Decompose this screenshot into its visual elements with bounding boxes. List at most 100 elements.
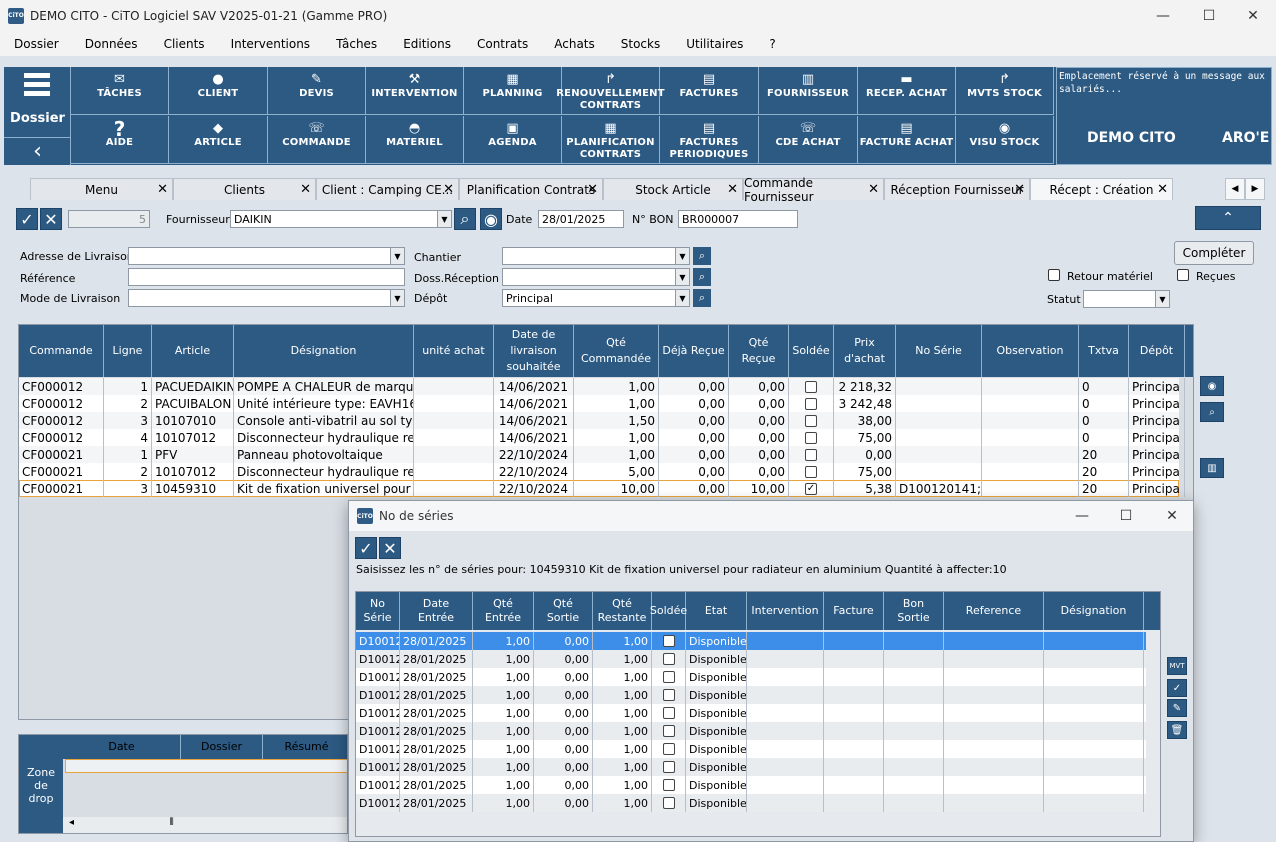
tab-5[interactable]: Commande Fournisseur ✕ [743,176,884,204]
grid-header-6[interactable]: Qté Commandée [574,325,659,377]
serial-header-0[interactable]: No Série [356,592,400,630]
menu-item-10[interactable]: ? [755,37,787,51]
serial-solde-checkbox[interactable] [662,707,675,719]
grid-header-14[interactable]: Dépôt [1129,325,1185,377]
dossier-button[interactable]: Dossier ‹ [4,67,71,165]
tab-close-icon[interactable]: ✕ [157,182,168,197]
statut-select[interactable]: ▼ [1083,290,1170,308]
validate-button[interactable]: ✓ [16,208,38,230]
completer-button[interactable]: Compléter [1174,241,1254,265]
grid-cell-4[interactable] [414,446,494,463]
toolbar-visu-stock-button[interactable]: ◉ VISU STOCK [956,116,1054,164]
serial-header-11[interactable]: Désignation [1044,592,1144,630]
tab-close-icon[interactable]: ✕ [1157,182,1168,197]
pencil-icon[interactable]: ✎ [1167,699,1187,717]
serial-row[interactable]: D10012 28/01/2025 1,00 0,00 1,00 Disponible [356,686,1146,704]
tab-0[interactable]: Menu ✕ [30,178,173,200]
serial-row[interactable]: D10012 28/01/2025 1,00 0,00 1,00 Disponible [356,758,1146,776]
toolbar-commande-button[interactable]: ☏ COMMANDE [268,116,366,164]
serial-cell-5[interactable] [652,740,686,758]
solde-checkbox[interactable] [805,465,817,478]
dialog-cancel-button[interactable]: ✕ [379,537,401,559]
menu-item-2[interactable]: Clients [150,37,217,51]
cancel-button[interactable]: ✕ [40,208,62,230]
serial-cell-6[interactable]: Disponible [686,740,747,758]
serial-cell-6[interactable]: Disponible [686,758,747,776]
serial-cell-5[interactable] [652,632,686,650]
tab-6[interactable]: Réception Fournisseur ✕ [884,178,1030,200]
solde-checkbox[interactable] [805,397,817,410]
serial-cell-6[interactable]: Disponible [686,632,747,650]
toolbar-client-button[interactable]: ● CLIENT [169,67,268,115]
serial-row[interactable]: D10012 28/01/2025 1,00 0,00 1,00 Disponible [356,776,1146,794]
adresse-select[interactable]: ▼ [128,247,405,265]
serial-solde-checkbox[interactable] [662,671,675,683]
grid-row[interactable]: CF000021 1 PFV Panneau photovoltaique 22/10/… [19,446,1185,463]
menu-item-0[interactable]: Dossier [0,37,71,51]
solde-checkbox[interactable]: ✓ [805,482,817,495]
grid-cell-9[interactable] [789,378,834,395]
serial-cell-6[interactable]: Disponible [686,668,747,686]
serial-cell-5[interactable] [652,776,686,794]
toolbar-fournisseur-button[interactable]: ▥ FOURNISSEUR [759,67,858,115]
dialog-minimize-button[interactable]: — [1059,501,1105,531]
menu-item-9[interactable]: Utilitaires [672,37,755,51]
grid-header-4[interactable]: unité achat [414,325,494,377]
back-icon[interactable]: ‹ [4,137,71,165]
grid-cell-4[interactable] [414,480,494,497]
serial-solde-checkbox[interactable] [662,689,675,701]
fournisseur-select[interactable]: DAIKIN ▼ [230,210,452,228]
menu-item-8[interactable]: Stocks [607,37,672,51]
serial-cell-5[interactable] [652,650,686,668]
menu-item-6[interactable]: Contrats [463,37,540,51]
serial-header-7[interactable]: Intervention [747,592,824,630]
grid-header-10[interactable]: Prix d'achat [834,325,896,377]
grid-row[interactable]: CF000021 2 10107012 Disconnecteur hydrauliq… [19,463,1185,480]
tab-close-icon[interactable]: ✕ [587,182,598,197]
solde-checkbox[interactable] [805,448,817,461]
grid-header-1[interactable]: Ligne [104,325,152,377]
grid-header-5[interactable]: Date de livraison souhaitée [494,325,574,377]
toolbar-recep-achat-button[interactable]: ▬ RECEP. ACHAT [858,67,956,115]
tab-2[interactable]: Client : Camping CE... ✕ [316,178,459,200]
menu-item-5[interactable]: Editions [389,37,463,51]
grid-header-2[interactable]: Article [152,325,234,377]
serial-solde-checkbox[interactable] [662,743,675,755]
toolbar-renouvellement-contrats-button[interactable]: ↱ RENOUVELLEMENT CONTRATS [556,67,665,115]
serial-solde-checkbox[interactable] [662,779,675,791]
toolbar-mvts-stock-button[interactable]: ↱ MVTS STOCK [956,67,1054,115]
history-header-0[interactable]: Date [63,735,181,759]
serial-solde-checkbox[interactable] [662,761,675,773]
serial-cell-6[interactable]: Disponible [686,776,747,794]
toolbar-article-button[interactable]: ◆ ARTICLE [169,116,268,164]
toolbar-planning-button[interactable]: ▦ PLANNING [464,67,562,115]
nbon-field[interactable]: BR000007 [678,210,798,228]
grid-cell-4[interactable] [414,395,494,412]
history-selected-row[interactable] [65,759,347,773]
grid-cell-9[interactable]: ✓ [789,480,834,497]
serial-cell-6[interactable]: Disponible [686,794,747,812]
serial-cell-5[interactable] [652,722,686,740]
serial-cell-5[interactable] [652,794,686,812]
reference-field[interactable] [128,268,405,286]
serial-row[interactable]: D10012 28/01/2025 1,00 0,00 1,00 Disponible [356,668,1146,686]
toolbar-factures-button[interactable]: ▤ FACTURES [660,67,759,115]
solde-checkbox[interactable] [805,380,817,393]
serial-header-2[interactable]: Qté Entrée [473,592,534,630]
grid-row[interactable]: CF000012 2 PACUIBALON Unité intérieure type… [19,395,1185,412]
tab-close-icon[interactable]: ✕ [727,182,738,197]
serial-header-9[interactable]: Bon Sortie [884,592,944,630]
toolbar-intervention-button[interactable]: ⚒ INTERVENTION [366,67,464,115]
grid-header-0[interactable]: Commande [19,325,104,377]
grid-header-12[interactable]: Observation [982,325,1079,377]
serial-cell-6[interactable]: Disponible [686,704,747,722]
tab-next-icon[interactable]: ▶ [1245,178,1265,200]
serial-solde-checkbox[interactable] [662,797,675,809]
serial-header-4[interactable]: Qté Restante [593,592,652,630]
barcode-icon[interactable]: ▥ [1200,458,1224,478]
grid-cell-9[interactable] [789,463,834,480]
serial-solde-checkbox[interactable] [662,725,675,737]
search-icon[interactable]: ⌕ [454,208,476,230]
tab-prev-icon[interactable]: ◀ [1225,178,1245,200]
tab-4[interactable]: Stock Article ✕ [603,178,743,200]
